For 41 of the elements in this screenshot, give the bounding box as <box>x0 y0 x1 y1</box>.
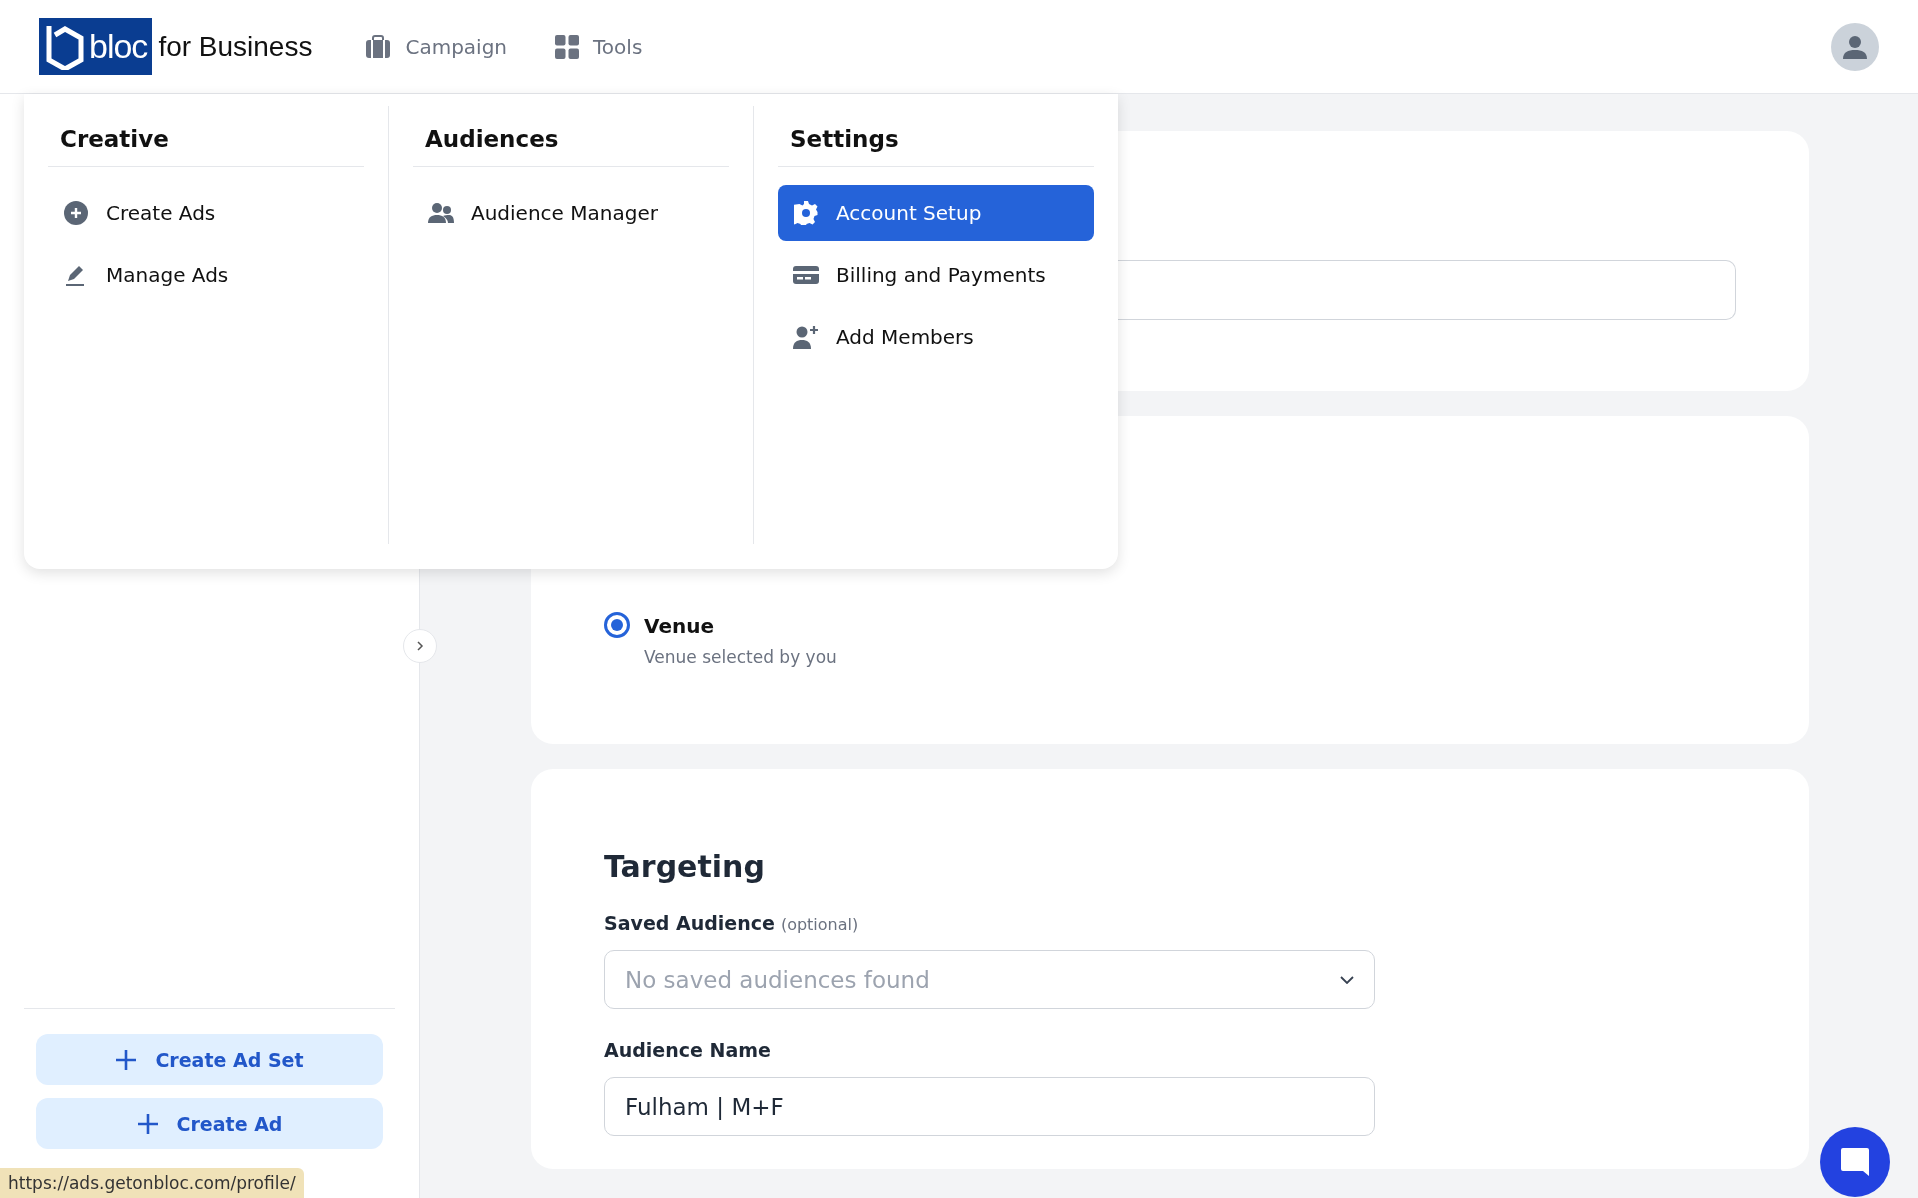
plus-circle-icon <box>64 201 88 225</box>
optional-hint: (optional) <box>780 915 859 934</box>
grid-icon <box>555 34 580 59</box>
chevron-right-icon <box>416 641 424 651</box>
nav-link[interactable]: Campaign <box>365 34 508 59</box>
logo-text: for Business <box>158 30 313 63</box>
menu-heading: Creative <box>48 106 364 167</box>
add-person-icon <box>793 325 819 349</box>
option-description: Venue selected by you <box>644 647 837 667</box>
people-icon <box>428 202 454 224</box>
chevron-down-icon <box>1340 975 1354 984</box>
create-button[interactable]: Create Ad Set <box>36 1034 383 1085</box>
briefcase-icon <box>365 34 392 59</box>
collapse-toggle[interactable] <box>403 629 437 663</box>
status-bar-url: https://ads.getonbloc.com/profile/ <box>0 1168 304 1198</box>
option-label: Venue <box>644 614 715 638</box>
hexagon-logo-icon <box>45 23 85 70</box>
create-button[interactable]: Create Ad <box>36 1098 383 1149</box>
menu-item[interactable]: Manage Ads <box>48 247 364 303</box>
avatar[interactable] <box>1831 22 1879 71</box>
plus-icon <box>115 1048 138 1071</box>
input-field[interactable] <box>1115 260 1736 320</box>
gear-icon <box>794 201 818 225</box>
menu-heading: Audiences <box>413 106 729 167</box>
radio-button[interactable] <box>604 612 630 638</box>
nav-link[interactable]: Tools <box>555 34 643 59</box>
menu-item[interactable]: Billing and Payments <box>778 247 1094 303</box>
field-label: Audience Name <box>604 1039 771 1061</box>
menu-item[interactable]: Account Setup <box>778 185 1094 241</box>
plus-icon <box>136 1112 159 1135</box>
menu-item[interactable]: Add Members <box>778 309 1094 365</box>
field-label: Saved Audience <box>604 912 775 934</box>
menu-heading: Settings <box>778 106 1094 167</box>
speech-bubble-icon <box>1839 1146 1871 1178</box>
menu-item[interactable]: Audience Manager <box>413 185 729 241</box>
logo[interactable]: bloc <box>39 18 153 75</box>
person-icon <box>1843 34 1867 59</box>
audience-name-input[interactable]: Fulham | M+F <box>604 1077 1375 1136</box>
credit-card-icon <box>793 265 819 285</box>
section-title: Targeting <box>604 849 766 884</box>
menu-item[interactable]: Create Ads <box>48 185 364 241</box>
